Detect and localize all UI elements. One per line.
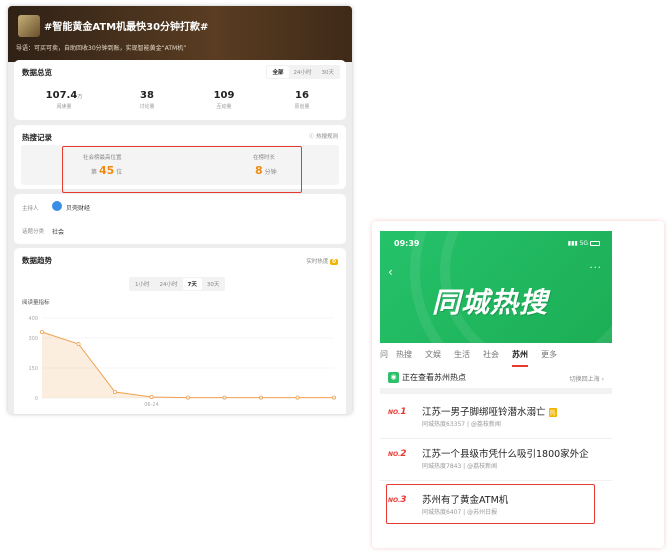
signal-icon: ▮▮▮ bbox=[567, 240, 578, 247]
stat-label: 原创量 bbox=[294, 104, 310, 110]
hot-record-title: 热搜记录 bbox=[22, 133, 52, 142]
stat-discussions: 38 讨论量 bbox=[112, 90, 182, 110]
trend-title: 数据趋势 bbox=[22, 256, 52, 265]
topic-title: #智能黄金ATM机最快30分钟打款# bbox=[44, 22, 209, 33]
overview-range-tabs: 全部 24小时 30天 bbox=[266, 65, 340, 79]
hot-item-title: 江苏一个县级市凭什么吸引1800家外企 bbox=[422, 449, 589, 460]
hot-item-meta: 同城热度7843 | @荔枝新闻 bbox=[422, 463, 498, 470]
overview-card: 数据总览 全部 24小时 30天 107.4万 阅读量 38 讨论量 109 互… bbox=[14, 60, 346, 120]
realtime-value: 0 bbox=[330, 259, 338, 265]
switch-city-label: 切换回上海 bbox=[569, 376, 600, 383]
rank-number: NO.1 bbox=[388, 407, 407, 417]
stat-value: 38 bbox=[140, 90, 154, 101]
topic-detail-panel: #智能黄金ATM机最快30分钟打款# 导语：可买可卖，自助回收30分钟到账，实现… bbox=[8, 6, 352, 414]
city-hot-banner: 09:39 ▮▮▮ 5G ‹ ··· 同城热搜 bbox=[380, 231, 612, 343]
location-icon: ◉ bbox=[388, 372, 399, 383]
info-icon: ⓘ bbox=[308, 134, 315, 140]
trend-chart: 400 300 150 0 06-24 bbox=[28, 316, 336, 408]
hot-item-text: 江苏一男子脚绑哑铃潜水溺亡 bbox=[422, 407, 546, 418]
stat-label: 讨论量 bbox=[139, 104, 155, 110]
stat-label: 互动量 bbox=[216, 104, 232, 110]
switch-city-link[interactable]: 切换回上海 › bbox=[570, 374, 604, 383]
trend-tab-1h[interactable]: 1小时 bbox=[130, 278, 155, 290]
host-name[interactable]: 贝壳财经 bbox=[66, 203, 90, 212]
trend-range-tabs: 1小时 24小时 7天 30天 bbox=[129, 277, 226, 291]
topic-lead: 导语：可买可卖，自助回收30分钟到账，实现智能黄金“ATM机” bbox=[16, 45, 187, 52]
stat-reads: 107.4万 阅读量 bbox=[29, 90, 99, 110]
viewing-text: 正在查看苏州热点 bbox=[402, 373, 466, 382]
overview-title: 数据总览 bbox=[22, 68, 52, 77]
stat-interactions: 109 互动量 bbox=[189, 90, 259, 110]
topic-header: #智能黄金ATM机最快30分钟打款# 导语：可买可卖，自助回收30分钟到账，实现… bbox=[8, 6, 352, 62]
trend-tab-24h[interactable]: 24小时 bbox=[155, 278, 183, 290]
rank-number: NO.2 bbox=[388, 449, 407, 459]
data-point bbox=[76, 342, 81, 347]
hot-item[interactable]: NO.1 江苏一男子脚绑哑铃潜水溺亡 热 同城热度63357 | @荔枝新闻 bbox=[380, 401, 612, 439]
tab-hot[interactable]: 热搜 bbox=[396, 349, 412, 367]
y-tick-label: 400 bbox=[28, 316, 38, 322]
topic-thumbnail bbox=[18, 15, 40, 37]
data-point bbox=[39, 329, 44, 334]
x-tick-label: 06-24 bbox=[144, 402, 159, 408]
hot-item-title: 江苏一男子脚绑哑铃潜水溺亡 热 bbox=[422, 404, 557, 418]
more-dots-icon[interactable]: ··· bbox=[589, 263, 602, 274]
stat-label: 阅读量 bbox=[56, 104, 72, 110]
realtime-heat: 实时热度 0 bbox=[306, 257, 338, 265]
area-fill bbox=[42, 332, 334, 398]
tab-entertainment[interactable]: 文娱 bbox=[425, 349, 441, 367]
category-label: 话题分类 bbox=[22, 229, 45, 235]
stat-value: 109 bbox=[213, 90, 235, 101]
data-point bbox=[149, 395, 154, 400]
tab-suzhou[interactable]: 苏州 bbox=[512, 349, 528, 367]
trend-card: 数据趋势 实时热度 0 1小时 24小时 7天 30天 阅读量指标 400 300… bbox=[14, 248, 346, 414]
y-tick-label: 300 bbox=[28, 336, 38, 342]
tab-life[interactable]: 生活 bbox=[454, 349, 470, 367]
host-avatar[interactable] bbox=[52, 201, 62, 211]
battery-icon bbox=[590, 241, 600, 246]
tab-society[interactable]: 社会 bbox=[483, 349, 499, 367]
host-label: 主持人 bbox=[22, 206, 39, 212]
rank-value: 1 bbox=[400, 407, 407, 417]
data-point bbox=[331, 395, 336, 400]
data-point bbox=[185, 395, 190, 400]
realtime-label: 实时热度 bbox=[306, 259, 329, 265]
tab-partial[interactable]: 问 bbox=[380, 349, 388, 367]
range-tab-30d[interactable]: 30天 bbox=[317, 66, 340, 78]
range-tab-24h[interactable]: 24小时 bbox=[289, 66, 317, 78]
metric-label: 阅读量指标 bbox=[22, 300, 50, 306]
y-tick-label: 0 bbox=[35, 396, 38, 402]
chevron-right-icon: › bbox=[601, 376, 604, 383]
trend-tab-7d[interactable]: 7天 bbox=[182, 278, 202, 290]
y-tick-label: 150 bbox=[28, 366, 38, 372]
hot-rules-label: 热搜规则 bbox=[315, 134, 338, 140]
status-time: 09:39 bbox=[394, 239, 420, 248]
hot-rules-link[interactable]: ⓘ 热搜规则 bbox=[309, 132, 338, 140]
rank-value: 2 bbox=[400, 449, 407, 459]
topic-info-card: 主持人 贝壳财经 话题分类 社会 bbox=[14, 194, 346, 244]
network-label: 5G bbox=[579, 240, 589, 247]
viewing-bar: ◉ 正在查看苏州热点 切换回上海 › bbox=[380, 368, 612, 394]
category-value: 社会 bbox=[52, 229, 65, 236]
data-point bbox=[113, 390, 118, 395]
stat-value: 107.4 bbox=[45, 90, 78, 101]
highlight-box-atm-item bbox=[386, 484, 595, 524]
highlight-box-hot-record bbox=[62, 146, 302, 193]
back-chevron-icon[interactable]: ‹ bbox=[388, 265, 393, 279]
tab-more[interactable]: 更多 bbox=[541, 349, 557, 367]
hot-item-meta: 同城热度63357 | @荔枝新闻 bbox=[422, 421, 501, 428]
banner-title: 同城热搜 bbox=[432, 286, 549, 319]
status-bar-icons: ▮▮▮ 5G bbox=[568, 240, 600, 247]
hot-badge-icon: 热 bbox=[548, 408, 557, 417]
stat-value: 16 bbox=[295, 90, 309, 101]
city-category-tabs: 问 热搜 文娱 生活 社会 苏州 更多 bbox=[380, 349, 612, 367]
hot-item[interactable]: NO.2 江苏一个县级市凭什么吸引1800家外企 同城热度7843 | @荔枝新… bbox=[380, 443, 612, 481]
stat-unit: 万 bbox=[77, 94, 83, 100]
data-point bbox=[222, 395, 227, 400]
range-tab-all[interactable]: 全部 bbox=[267, 66, 289, 78]
data-point bbox=[295, 395, 300, 400]
data-point bbox=[258, 395, 263, 400]
trend-tab-30d[interactable]: 30天 bbox=[202, 278, 225, 290]
city-hot-search-panel: 09:39 ▮▮▮ 5G ‹ ··· 同城热搜 问 热搜 文娱 生活 社会 苏州… bbox=[372, 221, 664, 548]
stat-originals: 16 原创量 bbox=[267, 90, 337, 110]
